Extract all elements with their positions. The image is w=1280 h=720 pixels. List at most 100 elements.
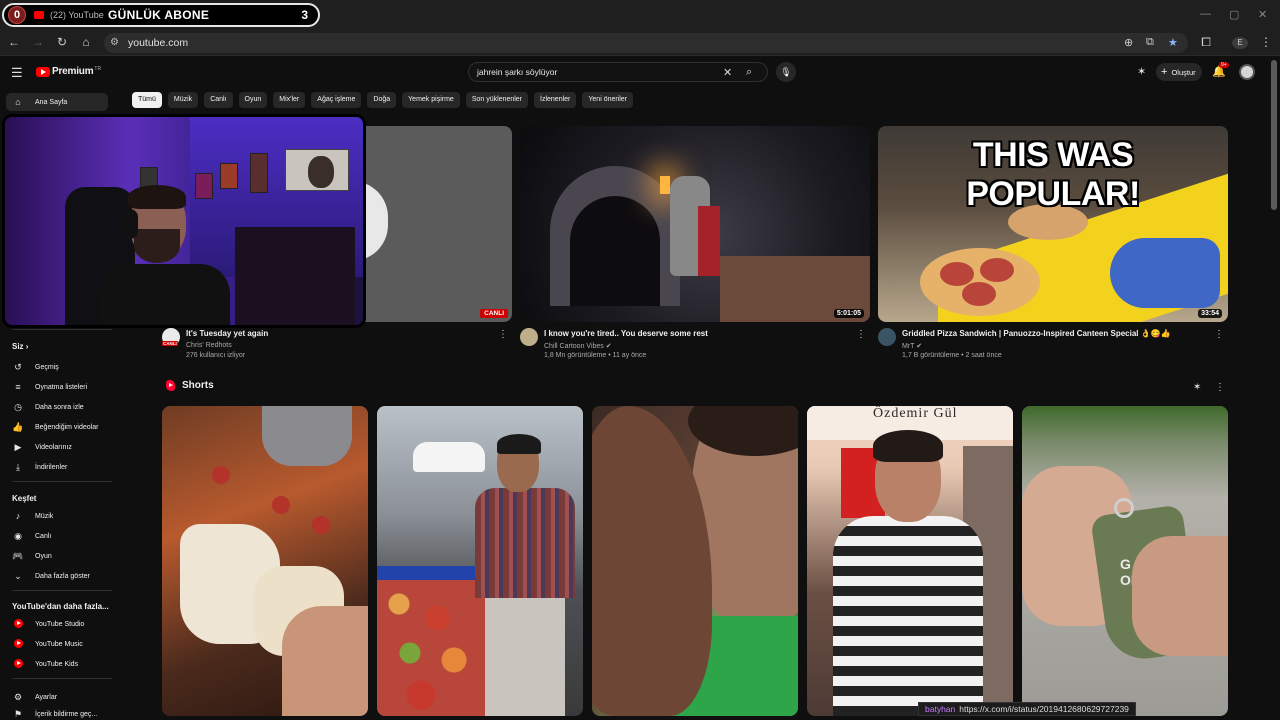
- channel-name[interactable]: Chris' Redhots: [186, 342, 232, 349]
- sidebar-item-downloads[interactable]: ⤓ İndirilenler: [6, 458, 108, 476]
- more-options-icon[interactable]: ⋮: [1214, 329, 1224, 340]
- thumbnail-art: [1114, 498, 1134, 518]
- short-thumbnail-2[interactable]: [377, 406, 583, 716]
- extensions-icon[interactable]: ⧠: [1198, 35, 1214, 50]
- chip-all[interactable]: Tümü: [132, 92, 162, 108]
- maximize-icon[interactable]: ▢: [1229, 8, 1239, 21]
- forward-icon[interactable]: →: [30, 35, 46, 49]
- sidebar-item-watch-later[interactable]: ◷ Daha sonra izle: [6, 398, 108, 416]
- site-info-icon[interactable]: ⚙: [110, 37, 119, 48]
- counter-right: 3: [301, 8, 308, 22]
- thumbnail-art: [235, 227, 355, 325]
- chip-watched[interactable]: İzlenenler: [534, 92, 577, 108]
- sidebar-item-label: Videolarınız: [35, 443, 72, 451]
- sidebar-item-music[interactable]: ♪ Müzik: [6, 507, 108, 525]
- chip-new-to-you[interactable]: Yeni öneriler: [582, 92, 634, 108]
- chip-mixes[interactable]: Mix'ler: [273, 92, 306, 108]
- shorts-more-icon[interactable]: ⋮: [1215, 382, 1225, 393]
- cast-settings-icon[interactable]: ✶: [1137, 65, 1146, 78]
- youtube-logo[interactable]: Premium TR: [36, 66, 101, 77]
- sidebar-heading-explore: Keşfet: [12, 494, 37, 503]
- sidebar-item-gaming[interactable]: 🎮 Oyun: [6, 547, 108, 565]
- music-note-icon: ♪: [15, 511, 21, 521]
- voice-search-icon[interactable]: 🎙: [776, 62, 796, 82]
- sidebar-item-your-videos[interactable]: ▶ Videolarınız: [6, 438, 108, 456]
- sidebar-item-youtube-studio[interactable]: YouTube Studio: [6, 615, 108, 633]
- address-bar[interactable]: ⚙ youtube.com ⊕ ⧉ ★: [104, 33, 1188, 53]
- sidebar-item-youtube-kids[interactable]: YouTube Kids: [6, 655, 108, 673]
- thumbnail-art: [282, 606, 368, 716]
- sidebar-item-report-history[interactable]: ⚑ İçerik bildirme geç...: [6, 708, 108, 720]
- search-icon[interactable]: ⌕: [746, 66, 752, 79]
- sidebar-heading-you[interactable]: Siz ›: [12, 342, 28, 351]
- more-options-icon[interactable]: ⋮: [856, 329, 866, 340]
- chip-cooking[interactable]: Yemek pişirme: [402, 92, 460, 108]
- video-title[interactable]: I know you're tired.. You deserve some r…: [544, 329, 844, 338]
- search-input[interactable]: jahrein şarkı söylüyor ✕ ⌕: [468, 62, 768, 82]
- youtube-music-icon: [12, 638, 24, 650]
- cast-icon[interactable]: ⧉: [1146, 36, 1154, 49]
- thumbnail-art: [134, 229, 180, 263]
- home-icon[interactable]: ⌂: [78, 35, 94, 49]
- minimize-icon[interactable]: —: [1200, 8, 1211, 20]
- short-thumbnail-1[interactable]: [162, 406, 368, 716]
- sidebar-item-liked-videos[interactable]: 👍 Beğendiğim videolar: [6, 418, 108, 436]
- heading-text: Siz: [12, 342, 24, 351]
- sidebar-item-playlists[interactable]: ≡ Oynatma listeleri: [6, 378, 108, 396]
- video-meta-1: CANLI It's Tuesday yet again Chris' Redh…: [162, 328, 512, 364]
- chip-woodworking[interactable]: Ağaç işleme: [311, 92, 362, 108]
- sidebar-item-label: Canlı: [35, 532, 52, 540]
- verified-icon: ✔: [605, 343, 612, 350]
- hamburger-menu-icon[interactable]: ☰: [11, 65, 23, 81]
- thumbnail-art: [70, 185, 230, 325]
- channel-avatar[interactable]: [520, 328, 538, 346]
- video-title[interactable]: Griddled Pizza Sandwich | Panuozzo-Inspi…: [902, 329, 1202, 338]
- video-thumbnail-2[interactable]: 5:01:05: [520, 126, 870, 322]
- chip-live[interactable]: Canlı: [204, 92, 233, 108]
- back-icon[interactable]: ←: [6, 35, 22, 49]
- close-window-icon[interactable]: ✕: [1258, 8, 1267, 21]
- create-button[interactable]: + Oluştur: [1156, 63, 1202, 81]
- browser-tab-bar: 0 (22) YouTube GÜNLÜK ABONE 3 — ▢ ✕: [0, 0, 1280, 30]
- video-stats: 1,8 Mn görüntüleme • 11 ay önce: [544, 352, 647, 359]
- video-stats: 1,7 B görüntüleme • 2 saat önce: [902, 352, 1002, 359]
- verified-icon: ✔: [916, 343, 923, 350]
- channel-name[interactable]: Chill Cartoon Vibes ✔: [544, 342, 612, 350]
- browser-menu-icon[interactable]: ⋮: [1258, 35, 1274, 49]
- search-query: jahrein şarkı söylüyor: [477, 67, 558, 77]
- shorts-settings-icon[interactable]: ✶: [1193, 382, 1201, 393]
- sidebar-item-show-more[interactable]: ⌄ Daha fazla göster: [6, 567, 108, 585]
- sidebar-item-live[interactable]: ◉ Canlı: [6, 527, 108, 545]
- chip-nature[interactable]: Doğa: [367, 92, 397, 108]
- account-avatar[interactable]: [1239, 64, 1255, 80]
- clear-search-icon[interactable]: ✕: [723, 66, 732, 79]
- category-chips: Tümü Müzik Canlı Oyun Mix'ler Ağaç işlem…: [132, 92, 634, 108]
- browser-tab[interactable]: 0 (22) YouTube GÜNLÜK ABONE 3: [2, 3, 320, 27]
- bookmark-star-icon[interactable]: ★: [1168, 36, 1178, 49]
- chip-gaming[interactable]: Oyun: [238, 92, 268, 108]
- chip-music[interactable]: Müzik: [167, 92, 199, 108]
- reload-icon[interactable]: ↻: [54, 35, 70, 49]
- sidebar-item-settings[interactable]: ⚙ Ayarlar: [6, 688, 108, 706]
- thumbnail-headline: THIS WAS POPULAR!: [966, 136, 1140, 213]
- zoom-icon[interactable]: ⊕: [1124, 36, 1133, 49]
- chip-recently-uploaded[interactable]: Son yüklenenler: [465, 92, 529, 108]
- profile-icon[interactable]: E: [1232, 37, 1248, 49]
- video-thumbnail-3[interactable]: THIS WAS POPULAR! 33:54: [878, 126, 1228, 322]
- short-thumbnail-3[interactable]: [592, 406, 798, 716]
- sidebar-item-home[interactable]: ⌂ Ana Sayfa: [6, 93, 108, 111]
- thumbnail-art: [212, 466, 230, 484]
- youtube-favicon-icon: [34, 11, 44, 19]
- short-thumbnail-4[interactable]: Özdemir Gül: [807, 406, 1013, 716]
- notification-badge: 9+: [1219, 62, 1229, 68]
- sidebar-item-history[interactable]: ↺ Geçmiş: [6, 358, 108, 376]
- live-icon: ◉: [14, 530, 22, 541]
- video-title[interactable]: It's Tuesday yet again: [186, 329, 486, 338]
- short-thumbnail-5[interactable]: G 16 OKE TE: [1022, 406, 1228, 716]
- channel-name-text: Chill Cartoon Vibes: [544, 343, 604, 350]
- more-options-icon[interactable]: ⋮: [498, 329, 508, 340]
- channel-name[interactable]: MrT ✔: [902, 342, 922, 350]
- sidebar-item-youtube-music[interactable]: YouTube Music: [6, 635, 108, 653]
- page-scrollbar[interactable]: [1271, 60, 1277, 210]
- channel-avatar[interactable]: [878, 328, 896, 346]
